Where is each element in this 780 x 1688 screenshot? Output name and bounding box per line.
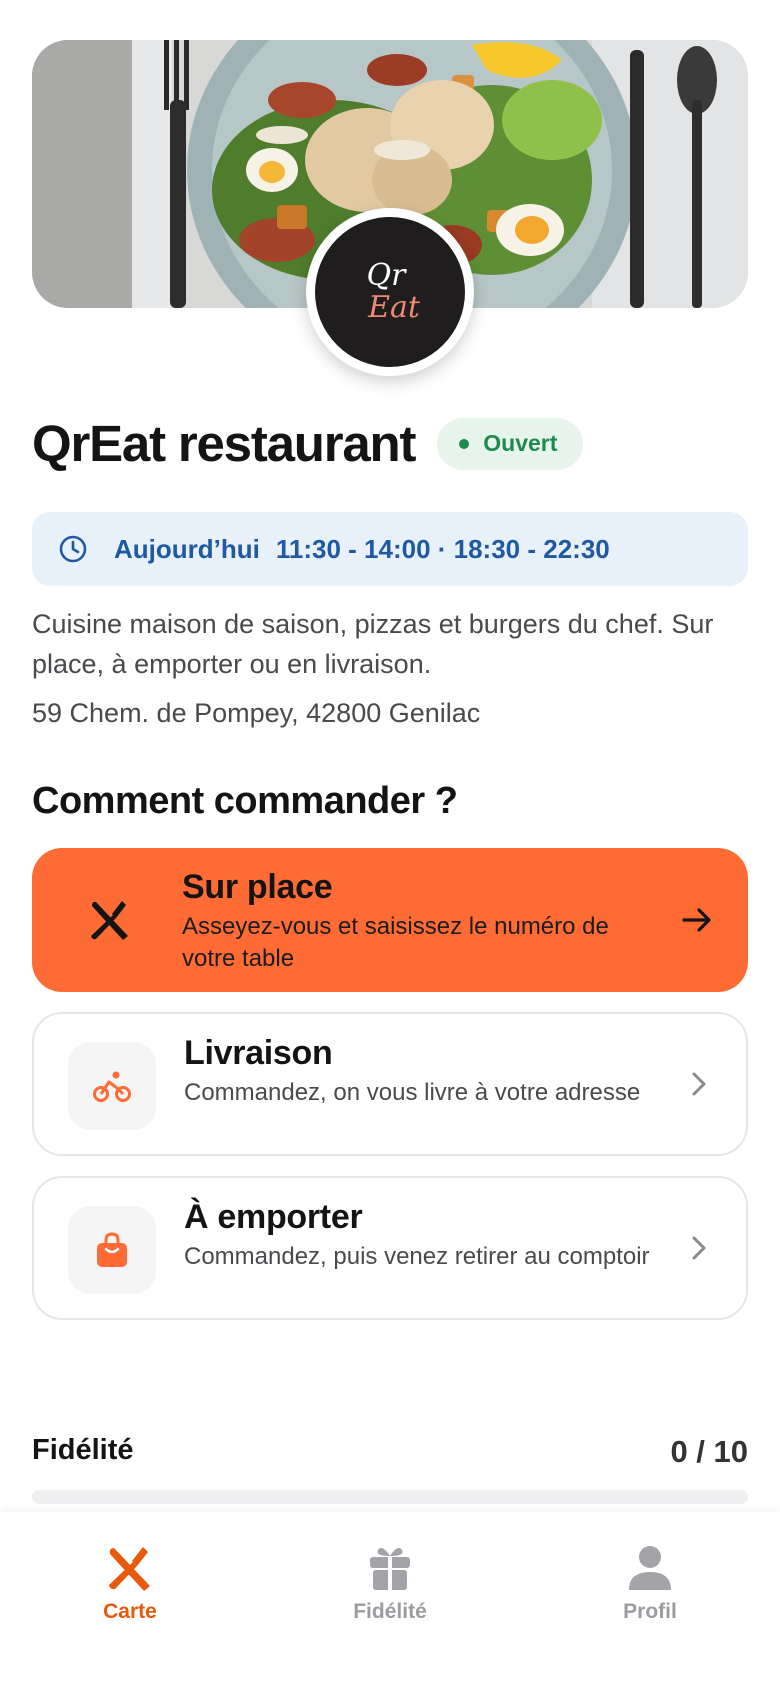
tab-label: Fidélité bbox=[353, 1600, 427, 1623]
logo-text-line1: Qr bbox=[366, 258, 406, 293]
bottom-tab-bar: Carte Fidélité Profil bbox=[0, 1512, 780, 1688]
option-icon-container bbox=[66, 876, 154, 964]
option-icon-container bbox=[68, 1206, 156, 1294]
chevron-right-icon bbox=[692, 1072, 706, 1096]
order-option-sur-place[interactable]: Sur place Asseyez-vous et saisissez le n… bbox=[32, 848, 748, 992]
title-row: QrEat restaurant Ouvert bbox=[32, 414, 584, 473]
restaurant-description: Cuisine maison de saison, pizzas et burg… bbox=[32, 609, 714, 679]
status-dot-icon bbox=[459, 438, 470, 449]
option-subtitle: Commandez, on vous livre à votre adresse bbox=[184, 1079, 641, 1106]
logo-text-line2: Eat bbox=[368, 290, 420, 325]
bag-icon bbox=[97, 1232, 127, 1267]
clock-icon bbox=[59, 535, 87, 563]
logo-badge: Qr Eat bbox=[315, 217, 465, 367]
person-icon bbox=[629, 1546, 671, 1590]
fork-knife-icon bbox=[109, 1547, 150, 1591]
option-subtitle: Commandez, puis venez retirer au comptoi… bbox=[184, 1243, 650, 1270]
tab-label: Profil bbox=[623, 1600, 677, 1623]
option-subtitle: Asseyez-vous et saisissez le numéro de v… bbox=[182, 913, 609, 972]
loyalty-progress-bar bbox=[32, 1490, 748, 1504]
loyalty-count: 0 / 10 bbox=[670, 1434, 748, 1469]
option-icon-container bbox=[68, 1042, 156, 1130]
status-badge: Ouvert bbox=[437, 417, 584, 470]
fork-knife-icon bbox=[91, 901, 128, 940]
loyalty-label: Fidélité bbox=[32, 1434, 134, 1466]
tab-profil[interactable]: Profil bbox=[550, 1542, 750, 1624]
option-title: Livraison bbox=[184, 1034, 333, 1072]
order-option-livraison[interactable]: Livraison Commandez, on vous livre à vot… bbox=[32, 1012, 748, 1156]
arrow-right-icon bbox=[682, 908, 711, 932]
tab-fidelite[interactable]: Fidélité bbox=[290, 1542, 490, 1624]
chevron-right-icon bbox=[692, 1236, 706, 1260]
hours-day: Aujourd’hui bbox=[114, 533, 260, 564]
restaurant-name: QrEat restaurant bbox=[32, 415, 416, 472]
restaurant-logo: Qr Eat bbox=[306, 208, 474, 376]
hours-times: 11:30 - 14:00 · 18:30 - 22:30 bbox=[275, 533, 610, 564]
opening-hours: Aujourd’hui 11:30 - 14:00 · 18:30 - 22:3… bbox=[32, 512, 748, 586]
order-section-title: Comment commander ? bbox=[32, 780, 458, 822]
tab-label: Carte bbox=[103, 1600, 157, 1623]
status-text: Ouvert bbox=[483, 430, 558, 456]
restaurant-address: 59 Chem. de Pompey, 42800 Genilac bbox=[32, 698, 481, 728]
option-title: À emporter bbox=[184, 1198, 363, 1236]
tab-carte[interactable]: Carte bbox=[30, 1542, 230, 1624]
option-title: Sur place bbox=[182, 868, 333, 906]
order-option-a-emporter[interactable]: À emporter Commandez, puis venez retirer… bbox=[32, 1176, 748, 1320]
gift-icon bbox=[370, 1548, 410, 1590]
bike-icon bbox=[93, 1071, 131, 1102]
